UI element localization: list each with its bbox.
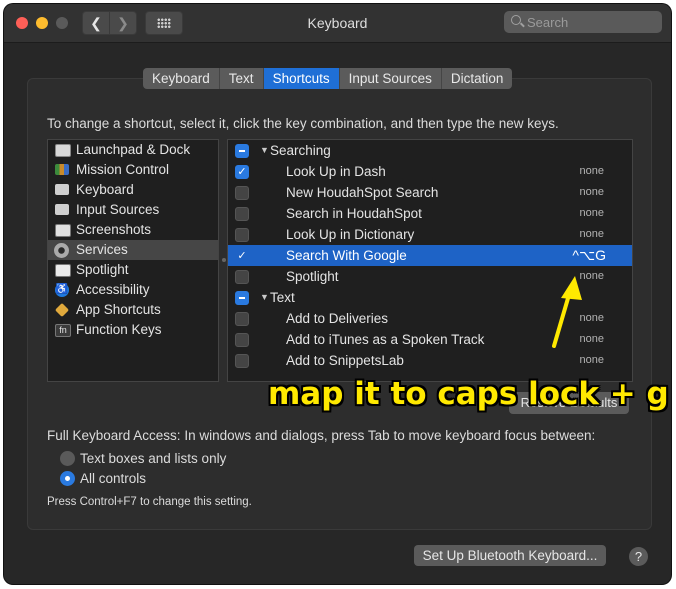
- full-keyboard-access-text: Full Keyboard Access: In windows and dia…: [47, 428, 596, 443]
- tab-shortcuts[interactable]: Shortcuts: [263, 68, 340, 89]
- shortcut-keys[interactable]: ^⌥G: [572, 245, 606, 266]
- shortcut-checkbox[interactable]: [235, 312, 249, 326]
- shortcut-checkbox[interactable]: ✓: [235, 249, 249, 263]
- category-label: Spotlight: [76, 262, 129, 277]
- group-checkbox[interactable]: [235, 144, 249, 158]
- category-label: Accessibility: [76, 282, 150, 297]
- shortcut-keys[interactable]: none: [580, 182, 604, 203]
- category-label: Services: [76, 242, 128, 257]
- category-input-sources[interactable]: Input Sources: [48, 200, 218, 220]
- shortcut-checkbox[interactable]: [235, 270, 249, 284]
- shortcut-label: Look Up in Dictionary: [286, 227, 415, 242]
- category-label: Screenshots: [76, 222, 152, 237]
- spotlight-icon: [55, 264, 71, 277]
- accessibility-icon: ♿: [55, 283, 69, 297]
- input-sources-icon: [55, 204, 69, 215]
- tab-keyboard[interactable]: Keyboard: [143, 68, 220, 89]
- category-app-shortcuts[interactable]: App Shortcuts: [48, 300, 218, 320]
- category-spotlight[interactable]: Spotlight: [48, 260, 218, 280]
- category-label: Keyboard: [76, 182, 134, 197]
- shortcut-label: New HoudahSpot Search: [286, 185, 439, 200]
- shortcut-checkbox[interactable]: [235, 333, 249, 347]
- mission-control-icon: [55, 164, 69, 175]
- shortcut-keys[interactable]: none: [580, 203, 604, 224]
- radio-text-boxes[interactable]: [60, 451, 75, 466]
- shortcut-label: Add to Deliveries: [286, 311, 389, 326]
- annotation-text: map it to caps lock + g: [268, 376, 669, 412]
- preferences-window: ❮ ❯ Keyboard Search Keyboard Text Shortc…: [4, 4, 671, 584]
- shortcut-label: Spotlight: [286, 269, 339, 284]
- tab-text[interactable]: Text: [219, 68, 264, 89]
- instructions-text: To change a shortcut, select it, click t…: [47, 116, 559, 131]
- category-list: Launchpad & Dock Mission Control Keyboar…: [47, 139, 219, 382]
- shortcut-row[interactable]: Look Up in Dictionary none: [228, 224, 632, 245]
- category-label: Function Keys: [76, 322, 162, 337]
- category-accessibility[interactable]: ♿ Accessibility: [48, 280, 218, 300]
- category-label: Launchpad & Dock: [76, 142, 191, 157]
- annotation-arrow: [552, 276, 582, 348]
- launchpad-icon: [55, 144, 71, 157]
- category-label: App Shortcuts: [76, 302, 161, 317]
- hint-text: Press Control+F7 to change this setting.: [47, 496, 252, 508]
- category-label: Mission Control: [76, 162, 170, 177]
- search-field[interactable]: Search: [504, 11, 662, 33]
- group-label: Text: [270, 290, 295, 305]
- category-keyboard[interactable]: Keyboard: [48, 180, 218, 200]
- tab-input-sources[interactable]: Input Sources: [339, 68, 442, 89]
- shortcut-label: Search With Google: [286, 248, 407, 263]
- split-view-handle[interactable]: [222, 258, 226, 262]
- shortcut-label: Search in HoudahSpot: [286, 206, 422, 221]
- shortcut-row[interactable]: New HoudahSpot Search none: [228, 182, 632, 203]
- setup-bluetooth-keyboard-button[interactable]: Set Up Bluetooth Keyboard...: [414, 545, 606, 566]
- screenshot-icon: [55, 224, 71, 237]
- disclosure-triangle-icon[interactable]: ▼: [260, 140, 269, 161]
- shortcut-checkbox[interactable]: ✓: [235, 165, 249, 179]
- fn-icon: fn: [55, 324, 71, 337]
- radio-label-all-controls: All controls: [80, 471, 147, 486]
- help-button[interactable]: ?: [629, 547, 648, 566]
- category-screenshots[interactable]: Screenshots: [48, 220, 218, 240]
- group-label: Searching: [270, 143, 331, 158]
- shortcut-checkbox[interactable]: [235, 228, 249, 242]
- keyboard-icon: [55, 184, 69, 195]
- group-row-searching[interactable]: ▼ Searching: [228, 140, 632, 161]
- radio-label-text-boxes: Text boxes and lists only: [80, 451, 227, 466]
- shortcut-row-selected[interactable]: ✓ Search With Google ^⌥G: [228, 245, 632, 266]
- title-bar: ❮ ❯ Keyboard Search: [4, 4, 671, 43]
- tab-dictation[interactable]: Dictation: [441, 68, 513, 89]
- search-icon: [511, 15, 521, 25]
- shortcut-label: Add to iTunes as a Spoken Track: [286, 332, 485, 347]
- search-placeholder: Search: [527, 15, 569, 30]
- shortcut-row[interactable]: ✓ Look Up in Dash none: [228, 161, 632, 182]
- shortcut-checkbox[interactable]: [235, 186, 249, 200]
- app-shortcuts-icon: [54, 302, 70, 318]
- shortcut-checkbox[interactable]: [235, 207, 249, 221]
- category-label: Input Sources: [76, 202, 160, 217]
- shortcut-label: Look Up in Dash: [286, 164, 386, 179]
- shortcut-row[interactable]: Search in HoudahSpot none: [228, 203, 632, 224]
- category-services[interactable]: Services: [48, 240, 218, 260]
- category-mission-control[interactable]: Mission Control: [48, 160, 218, 180]
- radio-all-controls[interactable]: [60, 471, 75, 486]
- shortcut-keys[interactable]: none: [580, 224, 604, 245]
- arrow-head: [561, 276, 582, 300]
- gear-icon: [54, 243, 69, 258]
- shortcut-checkbox[interactable]: [235, 354, 249, 368]
- disclosure-triangle-icon[interactable]: ▼: [260, 287, 269, 308]
- category-launchpad-dock[interactable]: Launchpad & Dock: [48, 140, 218, 160]
- tab-bar: Keyboard Text Shortcuts Input Sources Di…: [143, 68, 513, 89]
- shortcut-keys[interactable]: none: [580, 161, 604, 182]
- category-function-keys[interactable]: fn Function Keys: [48, 320, 218, 340]
- shortcut-label: Add to SnippetsLab: [286, 353, 404, 368]
- group-checkbox[interactable]: [235, 291, 249, 305]
